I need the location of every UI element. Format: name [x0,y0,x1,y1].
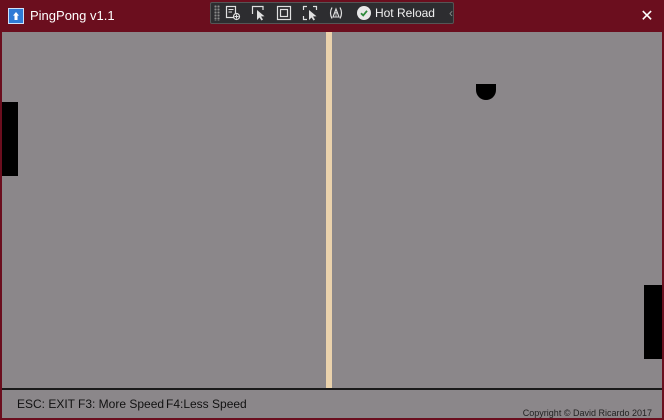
window-title: PingPong v1.1 [30,8,115,23]
display-layout-adorners-icon [277,5,292,21]
center-net [326,32,332,388]
track-focused-element-button[interactable] [297,3,323,23]
binding-failures-icon [329,7,343,19]
display-layout-adorners-button[interactable] [272,3,298,23]
less-speed-hint: F4:Less Speed [166,397,247,411]
binding-failures-button[interactable] [323,3,349,23]
status-bar: ESC: EXIT F3: More Speed F4:Less Speed C… [2,388,662,418]
copyright-text: Copyright © David Ricardo 2017 [522,408,652,418]
hot-reload-check-icon [356,6,371,20]
ball [476,84,496,100]
esc-exit-hint: ESC: EXIT [17,397,76,411]
right-paddle [644,285,662,359]
app-icon [8,8,24,24]
xaml-debug-toolbar: Hot Reload ‹ [210,2,454,24]
close-button[interactable]: ✕ [630,0,664,32]
game-field [2,32,662,388]
collapse-toolbar-icon[interactable]: ‹ [449,6,453,20]
track-focused-element-icon [303,5,318,21]
live-visual-tree-icon [225,5,240,21]
live-visual-tree-button[interactable] [220,3,246,23]
hot-reload-label: Hot Reload [374,6,435,20]
hot-reload-button[interactable]: Hot Reload [353,3,439,23]
left-paddle [2,102,18,176]
select-element-button[interactable] [246,3,272,23]
more-speed-hint: F3: More Speed [78,397,165,411]
app-window: PingPong v1.1 ✕ Hot Reload ‹ ESC: EXIT F… [0,0,664,420]
select-element-icon [251,5,265,21]
